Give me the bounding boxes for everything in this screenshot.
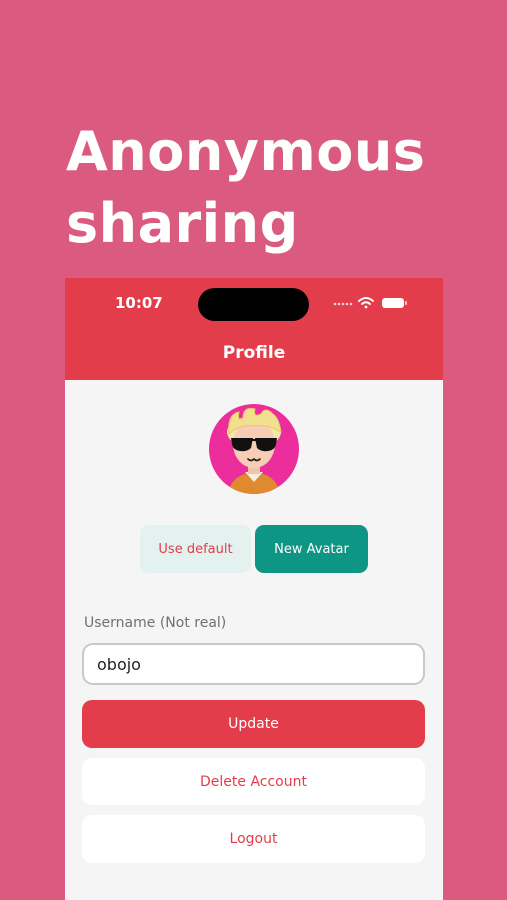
wifi-icon: [358, 297, 374, 309]
phone-screen: 10:07 Profile Use default New Avatar Use…: [65, 278, 443, 900]
username-input[interactable]: [82, 643, 425, 685]
status-icons: [333, 297, 407, 309]
battery-icon: [382, 298, 407, 308]
headline-line-2: sharing: [66, 192, 299, 255]
status-time: 10:07: [115, 294, 163, 312]
logout-button[interactable]: Logout: [82, 815, 425, 863]
page-title: Profile: [222, 343, 286, 363]
signal-dots-icon: [333, 302, 353, 306]
avatar[interactable]: [209, 404, 299, 494]
navigation-bar: Profile: [65, 328, 443, 380]
delete-account-button[interactable]: Delete Account: [82, 758, 425, 805]
headline-line-1: Anonymous: [66, 120, 426, 183]
username-label: Username (Not real): [84, 615, 227, 631]
avatar-sunglasses-icon: [227, 407, 282, 494]
use-default-avatar-button[interactable]: Use default: [140, 525, 251, 573]
dynamic-island: [198, 288, 309, 321]
new-avatar-button[interactable]: New Avatar: [255, 525, 368, 573]
update-button[interactable]: Update: [82, 700, 425, 748]
status-bar: 10:07: [65, 278, 443, 328]
promo-headline: Anonymous sharing: [66, 116, 486, 260]
